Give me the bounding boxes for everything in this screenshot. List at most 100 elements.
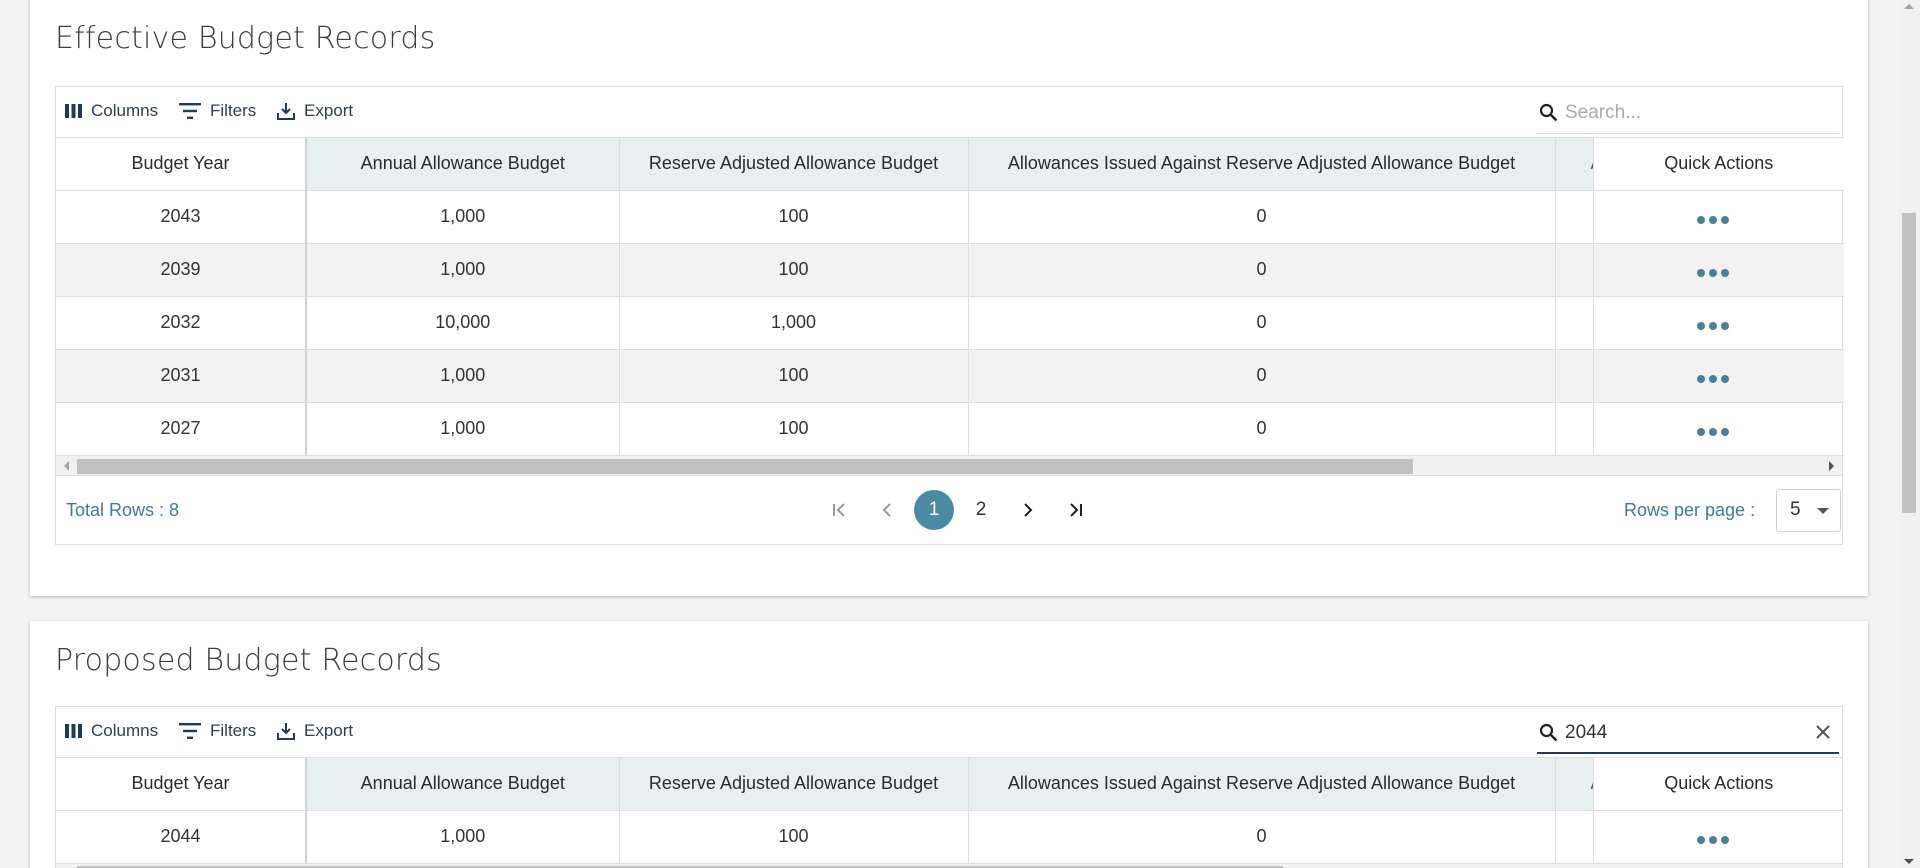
first-page-button[interactable] — [820, 490, 860, 530]
next-page-icon — [1024, 502, 1033, 517]
scroll-left-icon[interactable] — [64, 460, 69, 471]
columns-icon — [65, 724, 82, 738]
search-icon — [1539, 103, 1558, 127]
search-icon — [1539, 723, 1558, 747]
budget-table: Budget Year Annual Allowance Budget Rese… — [56, 138, 1844, 456]
prev-page-button[interactable] — [867, 490, 907, 530]
cell-quick-actions — [1592, 190, 1844, 244]
horizontal-scrollbar[interactable] — [56, 455, 1842, 476]
scroll-up-icon[interactable] — [1904, 4, 1914, 9]
page-2-button[interactable]: 2 — [961, 490, 1001, 530]
filters-label: Filters — [210, 721, 257, 740]
cell-quick-actions — [1592, 349, 1844, 403]
cell-reserve-adjusted: 100 — [619, 349, 969, 403]
more-dots-icon[interactable] — [1696, 322, 1729, 330]
cell-budget-year: 2032 — [56, 296, 307, 350]
cell-allowances-issued: 0 — [968, 349, 1556, 403]
column-header-quick-actions: Quick Actions — [1592, 758, 1842, 811]
table-row: 2031 1,000 100 0 — [56, 349, 1844, 403]
export-label: Export — [304, 721, 354, 740]
column-header-allowances-issued[interactable]: Allowances Issued Against Reserve Adjust… — [968, 758, 1556, 811]
export-button[interactable]: Export — [277, 101, 353, 121]
rows-per-page-select[interactable]: 5 — [1776, 488, 1841, 532]
grid-footer: Total Rows : 8 1 2 Rows per page : 5 — [56, 476, 1842, 544]
next-page-button[interactable] — [1008, 490, 1048, 530]
column-header-budget-year[interactable]: Budget Year — [56, 758, 307, 811]
column-header-reserve-adjusted-allowance-budget[interactable]: Reserve Adjusted Allowance Budget — [619, 138, 969, 191]
column-header-truncated[interactable]: A — [1555, 138, 1594, 191]
scrollbar-thumb[interactable] — [1902, 213, 1916, 513]
clear-icon[interactable] — [1815, 724, 1831, 745]
columns-icon — [65, 104, 82, 118]
export-label: Export — [304, 101, 354, 120]
cell-budget-year: 2044 — [56, 810, 307, 864]
effective-budget-grid: Columns Filters Export Search... Budget … — [55, 86, 1844, 545]
cell-budget-year: 2043 — [56, 190, 307, 244]
filter-icon — [179, 103, 201, 119]
panel-title: Effective Budget Records — [55, 21, 436, 56]
column-header-annual-allowance-budget[interactable]: Annual Allowance Budget — [306, 758, 620, 811]
cell-budget-year: 2039 — [56, 243, 307, 297]
cell-allowances-issued: 0 — [968, 190, 1556, 244]
grid-toolbar: Columns Filters Export — [56, 87, 1842, 138]
cell-budget-year: 2027 — [56, 402, 307, 456]
cell-annual-allowance: 1,000 — [306, 810, 620, 864]
cell-reserve-adjusted: 100 — [619, 243, 969, 297]
export-button[interactable]: Export — [277, 721, 353, 741]
search-box — [1537, 712, 1839, 754]
filters-button[interactable]: Filters — [179, 721, 256, 741]
horizontal-scrollbar[interactable] — [56, 863, 1842, 868]
columns-button[interactable]: Columns — [65, 721, 158, 741]
filters-button[interactable]: Filters — [179, 101, 256, 121]
cell-allowances-issued: 0 — [968, 810, 1556, 864]
first-page-icon — [833, 502, 845, 517]
cell-quick-actions — [1592, 402, 1844, 456]
cell-truncated — [1555, 190, 1594, 244]
dropdown-caret-icon — [1817, 507, 1829, 514]
table-row: 2027 1,000 100 0 — [56, 402, 1844, 456]
page-vertical-scrollbar[interactable] — [1898, 0, 1920, 868]
column-header-allowances-issued[interactable]: Allowances Issued Against Reserve Adjust… — [968, 138, 1556, 191]
cell-reserve-adjusted: 100 — [619, 190, 969, 244]
column-header-truncated[interactable]: A — [1555, 758, 1594, 811]
cell-truncated — [1555, 810, 1594, 864]
page-1-button[interactable]: 1 — [914, 489, 954, 530]
search-input[interactable] — [1565, 98, 1805, 128]
cell-allowances-issued: 0 — [968, 296, 1556, 350]
column-header-quick-actions: Quick Actions — [1592, 138, 1844, 191]
scroll-right-icon[interactable] — [1829, 460, 1834, 471]
last-page-icon — [1070, 502, 1082, 517]
more-dots-icon[interactable] — [1696, 375, 1729, 383]
last-page-button[interactable] — [1055, 490, 1095, 530]
scrollbar-thumb[interactable] — [77, 458, 1413, 474]
scroll-down-icon[interactable] — [1904, 859, 1914, 864]
table-row: 2044 1,000 100 0 — [56, 810, 1842, 864]
table-header-row: Budget Year Annual Allowance Budget Rese… — [56, 138, 1844, 191]
cell-reserve-adjusted: 100 — [619, 810, 969, 864]
cell-truncated — [1555, 402, 1594, 456]
column-header-reserve-adjusted-allowance-budget[interactable]: Reserve Adjusted Allowance Budget — [619, 758, 969, 811]
column-header-budget-year[interactable]: Budget Year — [56, 138, 307, 191]
cell-annual-allowance: 1,000 — [306, 349, 620, 403]
budget-table: Budget Year Annual Allowance Budget Rese… — [56, 758, 1842, 864]
table-row: 2043 1,000 100 0 — [56, 190, 1844, 244]
panel-title: Proposed Budget Records — [55, 643, 442, 678]
proposed-budget-grid: Columns Filters Export 2044 Budget Year … — [55, 706, 1843, 868]
search-input[interactable] — [1565, 718, 1805, 748]
more-dots-icon[interactable] — [1696, 428, 1729, 436]
cell-reserve-adjusted: 1,000 — [619, 296, 969, 350]
columns-button[interactable]: Columns — [65, 101, 158, 121]
more-dots-icon[interactable] — [1696, 269, 1729, 277]
cell-reserve-adjusted: 100 — [619, 402, 969, 456]
cell-allowances-issued: 0 — [968, 243, 1556, 297]
cell-annual-allowance: 10,000 — [306, 296, 620, 350]
column-header-annual-allowance-budget[interactable]: Annual Allowance Budget — [306, 138, 620, 191]
cell-annual-allowance: 1,000 — [306, 243, 620, 297]
filter-icon — [179, 723, 201, 739]
table-row: 2039 1,000 100 0 — [56, 243, 1844, 297]
search-box — [1537, 92, 1839, 134]
prev-page-icon — [882, 502, 891, 517]
more-dots-icon[interactable] — [1696, 216, 1729, 224]
more-dots-icon[interactable] — [1696, 836, 1729, 844]
cell-allowances-issued: 0 — [968, 402, 1556, 456]
